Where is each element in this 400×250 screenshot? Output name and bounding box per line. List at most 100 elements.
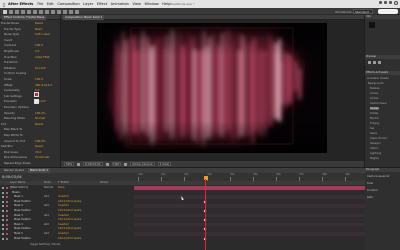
effect-property-value[interactable]: 100.0: [35, 78, 43, 82]
eye-icon[interactable]: [2, 191, 5, 194]
effect-property-value[interactable]: 100.0: [35, 44, 43, 48]
tab-effects-presets[interactable]: Effects & Presets: [365, 71, 400, 75]
layer-trkmat[interactable]: Inverted: [58, 214, 68, 218]
layer-trkmat[interactable]: Inverted: [58, 204, 68, 208]
timeline-layer-row[interactable]: [Black Solid 1] Normal None: [0, 186, 133, 190]
effect-property-value[interactable]: Normal: [35, 117, 45, 121]
paragraph-option[interactable]: Rate: [367, 196, 373, 199]
label-color-chip[interactable]: [6, 196, 8, 199]
effect-property-row[interactable]: Blending Mode Normal: [1, 117, 59, 121]
pan-behind-tool-icon[interactable]: [33, 9, 37, 14]
eye-icon[interactable]: [2, 219, 5, 222]
menu-edit[interactable]: Edit: [47, 2, 54, 6]
effect-property-value[interactable]: 360.0,243.0: [35, 84, 52, 88]
label-color-chip[interactable]: [6, 210, 8, 212]
eye-icon[interactable]: [2, 200, 5, 203]
app-menu[interactable]: After Effects: [8, 2, 33, 6]
menu-composition[interactable]: Composition: [57, 2, 79, 6]
camera-tool-icon[interactable]: [27, 9, 31, 14]
effect-property-row[interactable]: Noise Type Soft Linear: [1, 33, 59, 37]
effect-property-value[interactable]: Horizontal: [35, 156, 49, 160]
col-parent[interactable]: Parent: [100, 181, 108, 184]
label-color-chip[interactable]: [6, 219, 8, 222]
preset-item[interactable]: Backgrounds: [368, 82, 384, 85]
mask-tool-icon[interactable]: [39, 9, 43, 14]
effect-property-row[interactable]: Evolution Options: [1, 106, 59, 110]
preset-item[interactable]: Curtain: [370, 107, 379, 110]
brush-tool-icon[interactable]: [57, 9, 61, 14]
layer-mode[interactable]: Add: [44, 232, 49, 236]
effect-property-row[interactable]: Brightness 0.0: [1, 50, 59, 54]
views-select[interactable]: 1 View: [157, 162, 171, 166]
effect-property-row[interactable]: Transform: [1, 61, 59, 65]
preset-item[interactable]: Magma: [370, 157, 379, 160]
timeline-layer-row[interactable]: Masks: [0, 191, 133, 195]
track-area[interactable]: [134, 185, 365, 250]
timeline-timecode[interactable]: 0;00;03;04: [2, 175, 22, 179]
layer-duration-bar[interactable]: [134, 195, 365, 199]
effect-property-row[interactable]: Sub Settings: [1, 95, 59, 99]
apple-icon[interactable]: : [0, 2, 8, 7]
layer-trkmat[interactable]: None: [58, 186, 65, 190]
layer-duration-bar[interactable]: [134, 204, 365, 208]
preset-item[interactable]: Flowing: [370, 122, 379, 125]
toggle-modes-button[interactable]: Toggle Switches / Modes: [30, 243, 61, 246]
eye-icon[interactable]: [2, 187, 5, 189]
preset-item[interactable]: Gel: [370, 127, 374, 130]
map-white-color-swatch[interactable]: [34, 99, 39, 104]
effect-property-row[interactable]: Overflow Allow HDR: [1, 56, 59, 60]
tint-color-swatch[interactable]: [34, 92, 39, 97]
paragraph-option[interactable]: Fade: [367, 182, 373, 185]
composition-canvas[interactable]: [97, 23, 327, 153]
effect-property-row[interactable]: Contrast 100.0: [1, 44, 59, 48]
effect-property-row[interactable]: Map Black To: [1, 128, 59, 132]
tab-composition[interactable]: Composition: Black Solid 1: [63, 14, 105, 20]
time-ruler[interactable]: 00s 01s 02s 03s 04s 05s 06s 07s 08s 09s: [134, 173, 365, 181]
effect-property-value[interactable]: Basic: [35, 28, 42, 32]
preset-item[interactable]: Bubbles: [370, 87, 380, 90]
layer-duration-bar[interactable]: [134, 227, 365, 231]
layer-duration-bar[interactable]: [134, 186, 365, 190]
eye-icon[interactable]: [2, 237, 5, 240]
effect-property-value[interactable]: Reset: [35, 145, 43, 149]
effect-property-value[interactable]: Reset: [35, 123, 43, 127]
label-color-chip[interactable]: [6, 214, 8, 217]
menu-effect[interactable]: Effect: [97, 2, 107, 6]
eye-icon[interactable]: [2, 210, 5, 212]
preset-item[interactable]: Hexagon: [370, 142, 381, 145]
layer-duration-bar[interactable]: [134, 232, 365, 236]
label-color-chip[interactable]: [6, 228, 8, 231]
layer-mode[interactable]: Normal: [44, 186, 53, 190]
timeline-layer-row[interactable]: Mask Feather 100.0,100.0 pixels: [0, 209, 133, 213]
workspace-select[interactable]: Standard: [353, 9, 373, 14]
preset-item[interactable]: Drizzle: [370, 112, 378, 115]
preset-item[interactable]: Curtain: [370, 97, 379, 100]
tab-info[interactable]: Info: [365, 15, 400, 19]
preset-item[interactable]: Inferno: [370, 147, 378, 150]
battery-icon[interactable]: [389, 1, 392, 4]
effect-property-row[interactable]: Rotation 0x+0.0°: [1, 67, 59, 71]
tab-paragraph[interactable]: Paragraph: [365, 168, 400, 172]
puppet-tool-icon[interactable]: [75, 9, 79, 14]
resolution-select[interactable]: Half: [111, 162, 122, 166]
timeline-layer-row[interactable]: Mask 5 Add Inverted: [0, 232, 133, 236]
effect-property-row[interactable]: Uniform Scaling: [1, 72, 59, 76]
selection-tool-icon[interactable]: [3, 9, 7, 14]
layer-duration-bar[interactable]: [134, 236, 365, 241]
label-color-chip[interactable]: [6, 223, 8, 226]
effect-property-row[interactable]: Opacity 100.0%: [1, 112, 59, 116]
zoom-tool-icon[interactable]: [15, 9, 19, 14]
label-color-chip[interactable]: [6, 233, 8, 235]
eye-icon[interactable]: [2, 223, 5, 226]
layer-trkmat[interactable]: 100.0,100.0 pixels: [58, 209, 81, 213]
clone-tool-icon[interactable]: [63, 9, 67, 14]
layer-trkmat[interactable]: 100.0,100.0 pixels: [58, 237, 81, 241]
effect-property-row[interactable]: Invert: [1, 39, 59, 43]
hand-tool-icon[interactable]: [9, 9, 13, 14]
eraser-tool-icon[interactable]: [69, 9, 73, 14]
play-icon[interactable]: [373, 61, 376, 64]
type-tool-icon[interactable]: [51, 9, 55, 14]
layer-mode[interactable]: Add: [44, 214, 49, 218]
menu-view[interactable]: View: [132, 2, 141, 6]
viewer-timecode[interactable]: 0;00;03;04: [83, 162, 103, 166]
